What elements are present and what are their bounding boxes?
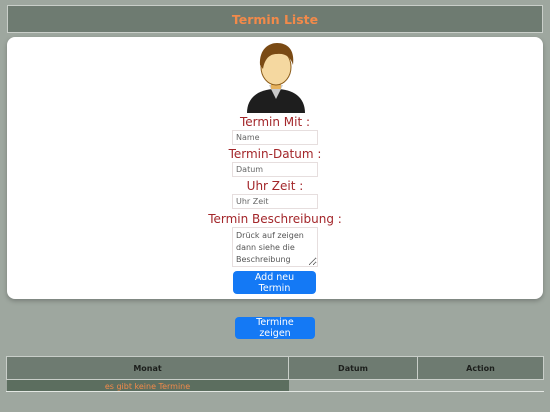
page-title: Termin Liste <box>231 11 319 27</box>
name-input[interactable] <box>232 130 318 145</box>
add-appointment-button[interactable]: Add neu Termin <box>233 271 316 294</box>
appointment-form-card: Termin Mit : Termin-Datum : Uhr Zeit : T… <box>7 37 543 299</box>
column-header-action: Action <box>417 356 544 380</box>
uhr-zeit-label: Uhr Zeit : <box>246 179 304 193</box>
bottom-divider <box>6 391 544 392</box>
user-avatar-icon <box>247 43 305 113</box>
page-header: Termin Liste <box>7 5 543 33</box>
column-header-monat: Monat <box>6 356 289 380</box>
date-input[interactable] <box>232 162 318 177</box>
description-textarea[interactable] <box>232 227 318 267</box>
column-header-datum: Datum <box>288 356 418 380</box>
termin-mit-label: Termin Mit : <box>239 115 311 129</box>
time-input[interactable] <box>232 194 318 209</box>
table-header-row: Monat Datum Action <box>6 356 544 380</box>
termin-beschreibung-label: Termin Beschreibung : <box>208 212 342 226</box>
show-appointments-button[interactable]: Termine zeigen <box>235 317 315 339</box>
termin-datum-label: Termin-Datum : <box>228 147 322 161</box>
appointments-table: Monat Datum Action es gibt keine Termine <box>6 356 544 392</box>
